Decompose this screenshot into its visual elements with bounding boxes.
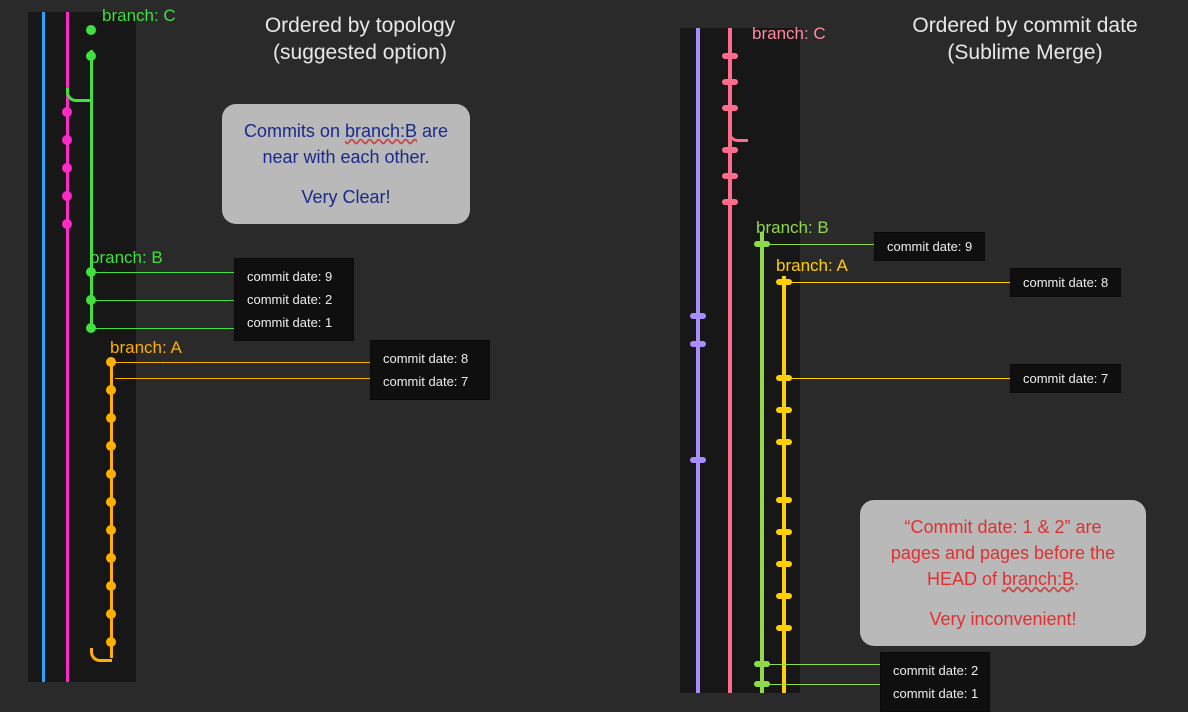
right-commitbox-a7: commit date: 7 xyxy=(1010,364,1121,393)
right-tick-purple-1 xyxy=(690,313,706,319)
left-branch-label-b: branch: B xyxy=(90,248,163,268)
left-branch-label-c: branch: C xyxy=(102,6,176,26)
left-commit-b-0: commit date: 9 xyxy=(247,265,341,288)
left-commit-b-1: commit date: 2 xyxy=(247,288,341,311)
left-callout: Commits on branch:B are near with each o… xyxy=(222,104,470,224)
left-node-magenta-4 xyxy=(62,191,72,201)
right-callout-line3: HEAD of branch:B. xyxy=(878,566,1128,592)
right-commit-a8: commit date: 8 xyxy=(1023,275,1108,290)
right-callout-line4: Very inconvenient! xyxy=(878,606,1128,632)
left-callout-line2: near with each other. xyxy=(240,144,452,170)
right-commit-bottom-0: commit date: 2 xyxy=(893,659,977,682)
left-lead-a-1 xyxy=(115,378,370,379)
left-node-orange-8 xyxy=(106,553,116,563)
right-line-green xyxy=(760,232,764,693)
right-commitbox-bottom: commit date: 2 commit date: 1 xyxy=(880,652,990,712)
left-node-orange-9 xyxy=(106,581,116,591)
right-title: Ordered by commit date (Sublime Merge) xyxy=(890,12,1160,67)
left-node-magenta-1 xyxy=(62,107,72,117)
right-callout-line1: “Commit date: 1 & 2” are xyxy=(878,514,1128,540)
right-tick-pink-1 xyxy=(722,53,738,59)
right-callout-line2: pages and pages before the xyxy=(878,540,1128,566)
left-node-orange-4 xyxy=(106,441,116,451)
right-curve-pink xyxy=(728,128,748,142)
left-node-green-top2 xyxy=(86,51,96,61)
left-callout-line1-pre: Commits on xyxy=(244,121,345,141)
right-callout-line3-post: . xyxy=(1074,569,1079,589)
right-tick-pink-3 xyxy=(722,105,738,111)
right-tick-yellow-6 xyxy=(776,529,792,535)
right-tick-yellow-4 xyxy=(776,439,792,445)
left-callout-line1-under: branch:B xyxy=(345,121,417,141)
left-commit-a-1: commit date: 7 xyxy=(383,370,477,393)
right-tick-yellow-7 xyxy=(776,561,792,567)
left-node-orange-3 xyxy=(106,413,116,423)
left-commitbox-b: commit date: 9 commit date: 2 commit dat… xyxy=(234,258,354,341)
left-branch-label-a: branch: A xyxy=(110,338,182,358)
left-curve-green-into-magenta xyxy=(66,88,92,102)
right-callout-line3-under: branch:B xyxy=(1002,569,1074,589)
left-title: Ordered by topology (suggested option) xyxy=(240,12,480,67)
left-node-orange-2 xyxy=(106,385,116,395)
right-commitbox-a8: commit date: 8 xyxy=(1010,268,1121,297)
left-callout-line1-post: are xyxy=(417,121,448,141)
left-commit-a-0: commit date: 8 xyxy=(383,347,477,370)
right-branch-label-a: branch: A xyxy=(776,256,848,276)
left-title-line1: Ordered by topology xyxy=(265,14,455,37)
right-tick-yellow-3 xyxy=(776,407,792,413)
left-line-blue xyxy=(42,12,45,682)
left-commit-b-2: commit date: 1 xyxy=(247,311,341,334)
right-lead-bottom-0 xyxy=(768,664,880,665)
left-node-orange-5 xyxy=(106,469,116,479)
left-commitbox-a: commit date: 8 commit date: 7 xyxy=(370,340,490,400)
right-tick-pink-6 xyxy=(722,199,738,205)
left-node-orange-11 xyxy=(106,637,116,647)
left-callout-line1: Commits on branch:B are xyxy=(240,118,452,144)
right-callout: “Commit date: 1 & 2” are pages and pages… xyxy=(860,500,1146,646)
left-node-orange-10 xyxy=(106,609,116,619)
right-branch-label-c: branch: C xyxy=(752,24,826,44)
right-title-line2: (Sublime Merge) xyxy=(947,41,1102,64)
right-commit-a7: commit date: 7 xyxy=(1023,371,1108,386)
right-branch-label-b: branch: B xyxy=(756,218,829,238)
left-lead-b-1 xyxy=(95,300,234,301)
right-commit-bottom-1: commit date: 1 xyxy=(893,682,977,705)
left-callout-line3: Very Clear! xyxy=(240,184,452,210)
right-tick-pink-4 xyxy=(722,147,738,153)
left-curve-orange-into-green xyxy=(90,648,112,662)
right-tick-pink-5 xyxy=(722,173,738,179)
right-lead-b9 xyxy=(768,244,874,245)
left-node-magenta-5 xyxy=(62,219,72,229)
left-node-green-top1 xyxy=(86,25,96,35)
left-node-magenta-2 xyxy=(62,135,72,145)
right-tick-yellow-8 xyxy=(776,593,792,599)
left-node-magenta-3 xyxy=(62,163,72,173)
right-tick-purple-2 xyxy=(690,341,706,347)
right-title-line1: Ordered by commit date xyxy=(912,14,1137,37)
right-commitbox-b9: commit date: 9 xyxy=(874,232,985,261)
left-lead-a-0 xyxy=(115,362,370,363)
right-tick-purple-3 xyxy=(690,457,706,463)
right-lead-a7 xyxy=(790,378,1010,379)
right-lead-bottom-1 xyxy=(768,684,880,685)
right-callout-line3-pre: HEAD of xyxy=(927,569,1002,589)
right-tick-yellow-5 xyxy=(776,497,792,503)
left-lead-b-0 xyxy=(95,272,234,273)
left-node-orange-6 xyxy=(106,497,116,507)
right-commit-b9: commit date: 9 xyxy=(887,239,972,254)
left-lead-b-2 xyxy=(95,328,234,329)
left-node-orange-7 xyxy=(106,525,116,535)
right-line-purple xyxy=(696,28,700,693)
right-lead-a8 xyxy=(790,282,1010,283)
left-title-line2: (suggested option) xyxy=(273,41,447,64)
right-tick-yellow-9 xyxy=(776,625,792,631)
right-tick-pink-2 xyxy=(722,79,738,85)
